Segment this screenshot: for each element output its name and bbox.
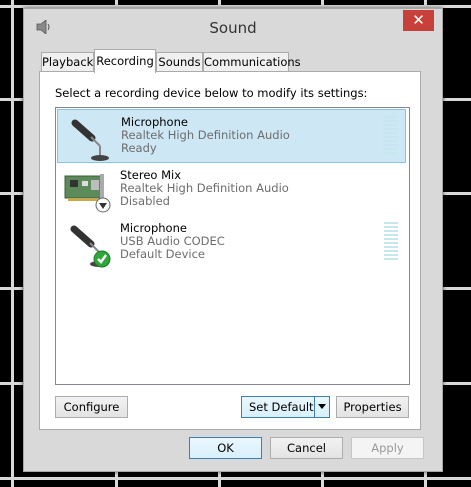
properties-button[interactable]: Properties	[336, 396, 409, 418]
instruction-text: Select a recording device below to modif…	[55, 86, 368, 100]
ok-button[interactable]: OK	[189, 437, 262, 459]
device-driver: Realtek High Definition Audio	[121, 128, 290, 142]
device-driver: USB Audio CODEC	[120, 234, 225, 248]
list-item[interactable]: Microphone USB Audio CODEC Default Devic…	[57, 216, 406, 270]
microphone-icon	[71, 119, 109, 161]
title-bar[interactable]: Sound ✕	[24, 9, 442, 45]
level-meter	[384, 222, 398, 262]
device-status: Ready	[121, 141, 157, 155]
chevron-down-icon	[318, 404, 326, 409]
close-icon: ✕	[412, 11, 425, 29]
tab-communications[interactable]: Communications	[203, 52, 301, 71]
set-default-button[interactable]: Set Default	[241, 396, 330, 418]
device-driver: Realtek High Definition Audio	[120, 181, 289, 195]
recording-panel: Select a recording device below to modif…	[39, 71, 421, 430]
apply-button[interactable]: Apply	[351, 437, 424, 459]
set-default-label: Set Default	[249, 400, 314, 414]
level-meter	[383, 116, 397, 156]
tab-playback[interactable]: Playback	[41, 52, 94, 71]
grid-line	[11, 0, 14, 487]
sound-card-icon	[64, 174, 111, 213]
configure-button[interactable]: Configure	[55, 396, 128, 418]
list-item[interactable]: Microphone Realtek High Definition Audio…	[57, 109, 406, 163]
close-button[interactable]: ✕	[403, 10, 434, 31]
device-name: Stereo Mix	[120, 168, 182, 182]
microphone-icon	[70, 225, 111, 268]
window-title: Sound	[209, 19, 257, 37]
cancel-button[interactable]: Cancel	[270, 437, 343, 459]
grid-line	[0, 477, 471, 480]
device-name: Microphone	[120, 221, 187, 235]
device-list[interactable]: Microphone Realtek High Definition Audio…	[55, 107, 410, 385]
tab-sounds[interactable]: Sounds	[156, 52, 203, 71]
set-default-dropdown[interactable]	[314, 397, 329, 417]
tab-recording[interactable]: Recording	[94, 49, 156, 73]
device-status: Disabled	[120, 194, 170, 208]
device-status: Default Device	[120, 247, 206, 261]
device-name: Microphone	[121, 115, 188, 129]
sound-dialog: Sound ✕ Playback Recording Sounds Commun…	[23, 8, 443, 472]
list-item[interactable]: Stereo Mix Realtek High Definition Audio…	[57, 163, 406, 217]
